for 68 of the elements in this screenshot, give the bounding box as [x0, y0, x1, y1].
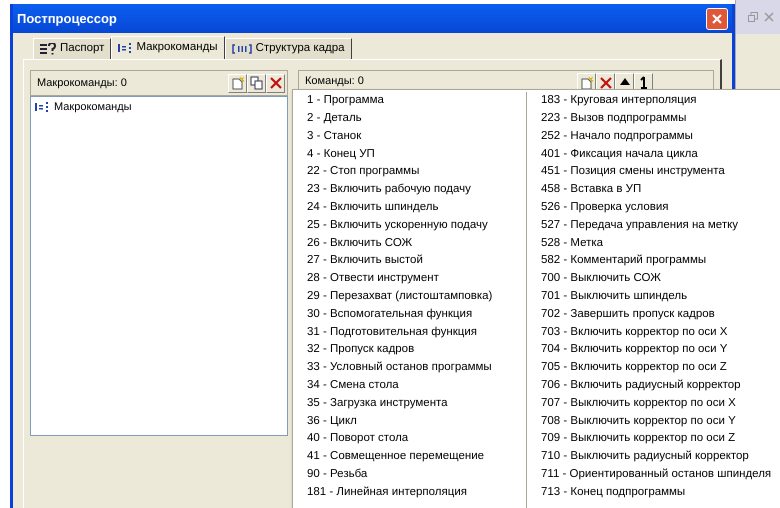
menu-item[interactable]: 35 - Загрузка инструмента — [307, 394, 526, 412]
menu-item[interactable]: 90 - Резьба — [307, 466, 526, 484]
menu-item[interactable]: 29 - Перезахват (листоштамповка) — [307, 288, 526, 306]
menu-item[interactable]: 181 - Линейная интерполяция — [307, 484, 526, 502]
menu-item[interactable]: 22 - Стоп программы — [307, 163, 526, 181]
question-icon — [40, 43, 56, 55]
menu-item[interactable]: 31 - Подготовительная функция — [307, 323, 526, 342]
close-icon — [711, 12, 723, 24]
menu-item[interactable]: 704 - Включить корректор по оси Y — [541, 341, 780, 359]
tab[interactable]: Макрокоманды — [111, 36, 225, 59]
list-icon — [118, 43, 132, 53]
menu-item[interactable]: 707 - Выключить корректор по оси X — [541, 394, 780, 412]
menu-item[interactable]: 526 - Проверка условия — [541, 198, 780, 217]
menu-item[interactable]: 711 - Ориентированный останов шпинделя — [541, 466, 780, 484]
copy-icon — [250, 76, 264, 90]
menu-item[interactable]: 582 - Комментарий программы — [541, 252, 780, 270]
menu-item[interactable]: 34 - Смена стола — [307, 376, 526, 395]
menu-item[interactable]: 223 - Вызов подпрограммы — [541, 110, 780, 128]
menu-item[interactable]: 1 - Программа — [307, 92, 526, 110]
delete-icon — [598, 76, 612, 90]
pane-title: Макрокоманды: 0 — [37, 76, 127, 91]
menu-item[interactable]: 33 - Условный останов программы — [307, 358, 526, 377]
menu-item[interactable]: 23 - Включить рабочую подачу — [307, 180, 526, 199]
menu-item[interactable]: 701 - Выключить шпиндель — [541, 288, 780, 306]
menu-item[interactable]: 252 - Начало подпрограммы — [541, 128, 780, 146]
menu-item[interactable]: 28 - Отвести инструмент — [307, 270, 526, 288]
menu-item[interactable]: 706 - Включить радиусный корректор — [541, 376, 780, 395]
brackets-icon — [232, 44, 252, 54]
menu-item[interactable]: 702 - Завершить пропуск кадров — [541, 306, 780, 324]
menu-item[interactable]: 710 - Выключить радиусный корректор — [541, 448, 780, 466]
menu-item[interactable]: 30 - Вспомогательная функция — [307, 306, 526, 324]
new-button[interactable] — [228, 74, 247, 92]
menu-item[interactable]: 527 - Передача управления на метку — [541, 216, 780, 234]
delete-icon — [268, 76, 282, 90]
menu-item[interactable]: 713 - Конец подпрограммы — [541, 484, 780, 502]
menu-item[interactable]: 2 - Деталь — [307, 110, 526, 128]
menu-item[interactable]: 4 - Конец УП — [307, 145, 526, 164]
restore-icon — [748, 12, 758, 22]
menu-item[interactable]: 32 - Пропуск кадров — [307, 341, 526, 359]
window-title: Постпроцессор — [17, 10, 117, 28]
menu-item[interactable]: 705 - Включить корректор по оси Z — [541, 358, 780, 377]
menu-item[interactable]: 401 - Фиксация начала цикла — [541, 145, 780, 164]
close-button[interactable] — [706, 8, 728, 30]
pane-title: Команды: 0 — [305, 74, 364, 89]
menu-item[interactable]: 700 - Выключить СОЖ — [541, 270, 780, 288]
menu-item[interactable]: 3 - Станок — [307, 128, 526, 146]
menu-item[interactable]: 528 - Метка — [541, 234, 780, 252]
new-document-icon — [230, 76, 244, 90]
menu-item[interactable]: 703 - Включить корректор по оси X — [541, 323, 780, 342]
menu-item[interactable]: 451 - Позиция смены инструмента — [541, 163, 780, 181]
menu-item[interactable]: 25 - Включить ускоренную подачу — [307, 216, 526, 234]
menu-item[interactable]: 36 - Цикл — [307, 412, 526, 430]
menu-item[interactable]: 27 - Включить выстой — [307, 252, 526, 270]
delete-button[interactable] — [266, 74, 285, 92]
tree-item[interactable]: Макрокоманды — [33, 99, 285, 115]
tab[interactable]: Структура кадра — [224, 38, 352, 59]
copy-button[interactable] — [247, 74, 266, 92]
menu-item[interactable]: 24 - Включить шпиндель — [307, 198, 526, 217]
menu-item[interactable]: 183 - Круговая интерполяция — [541, 92, 780, 110]
tab[interactable]: Паспорт — [33, 38, 112, 59]
menu-item[interactable]: 458 - Вставка в УП — [541, 180, 780, 199]
menu-item[interactable]: 41 - Совмещенное перемещение — [307, 448, 526, 466]
menu-item[interactable]: 709 - Выключить корректор по оси Z — [541, 430, 780, 448]
menu-item[interactable]: 708 - Выключить корректор по оси Y — [541, 412, 780, 430]
menu-item[interactable]: 26 - Включить СОЖ — [307, 234, 526, 252]
list-icon — [35, 102, 49, 112]
close-icon — [764, 12, 774, 22]
menu-item[interactable]: 40 - Поворот стола — [307, 430, 526, 448]
